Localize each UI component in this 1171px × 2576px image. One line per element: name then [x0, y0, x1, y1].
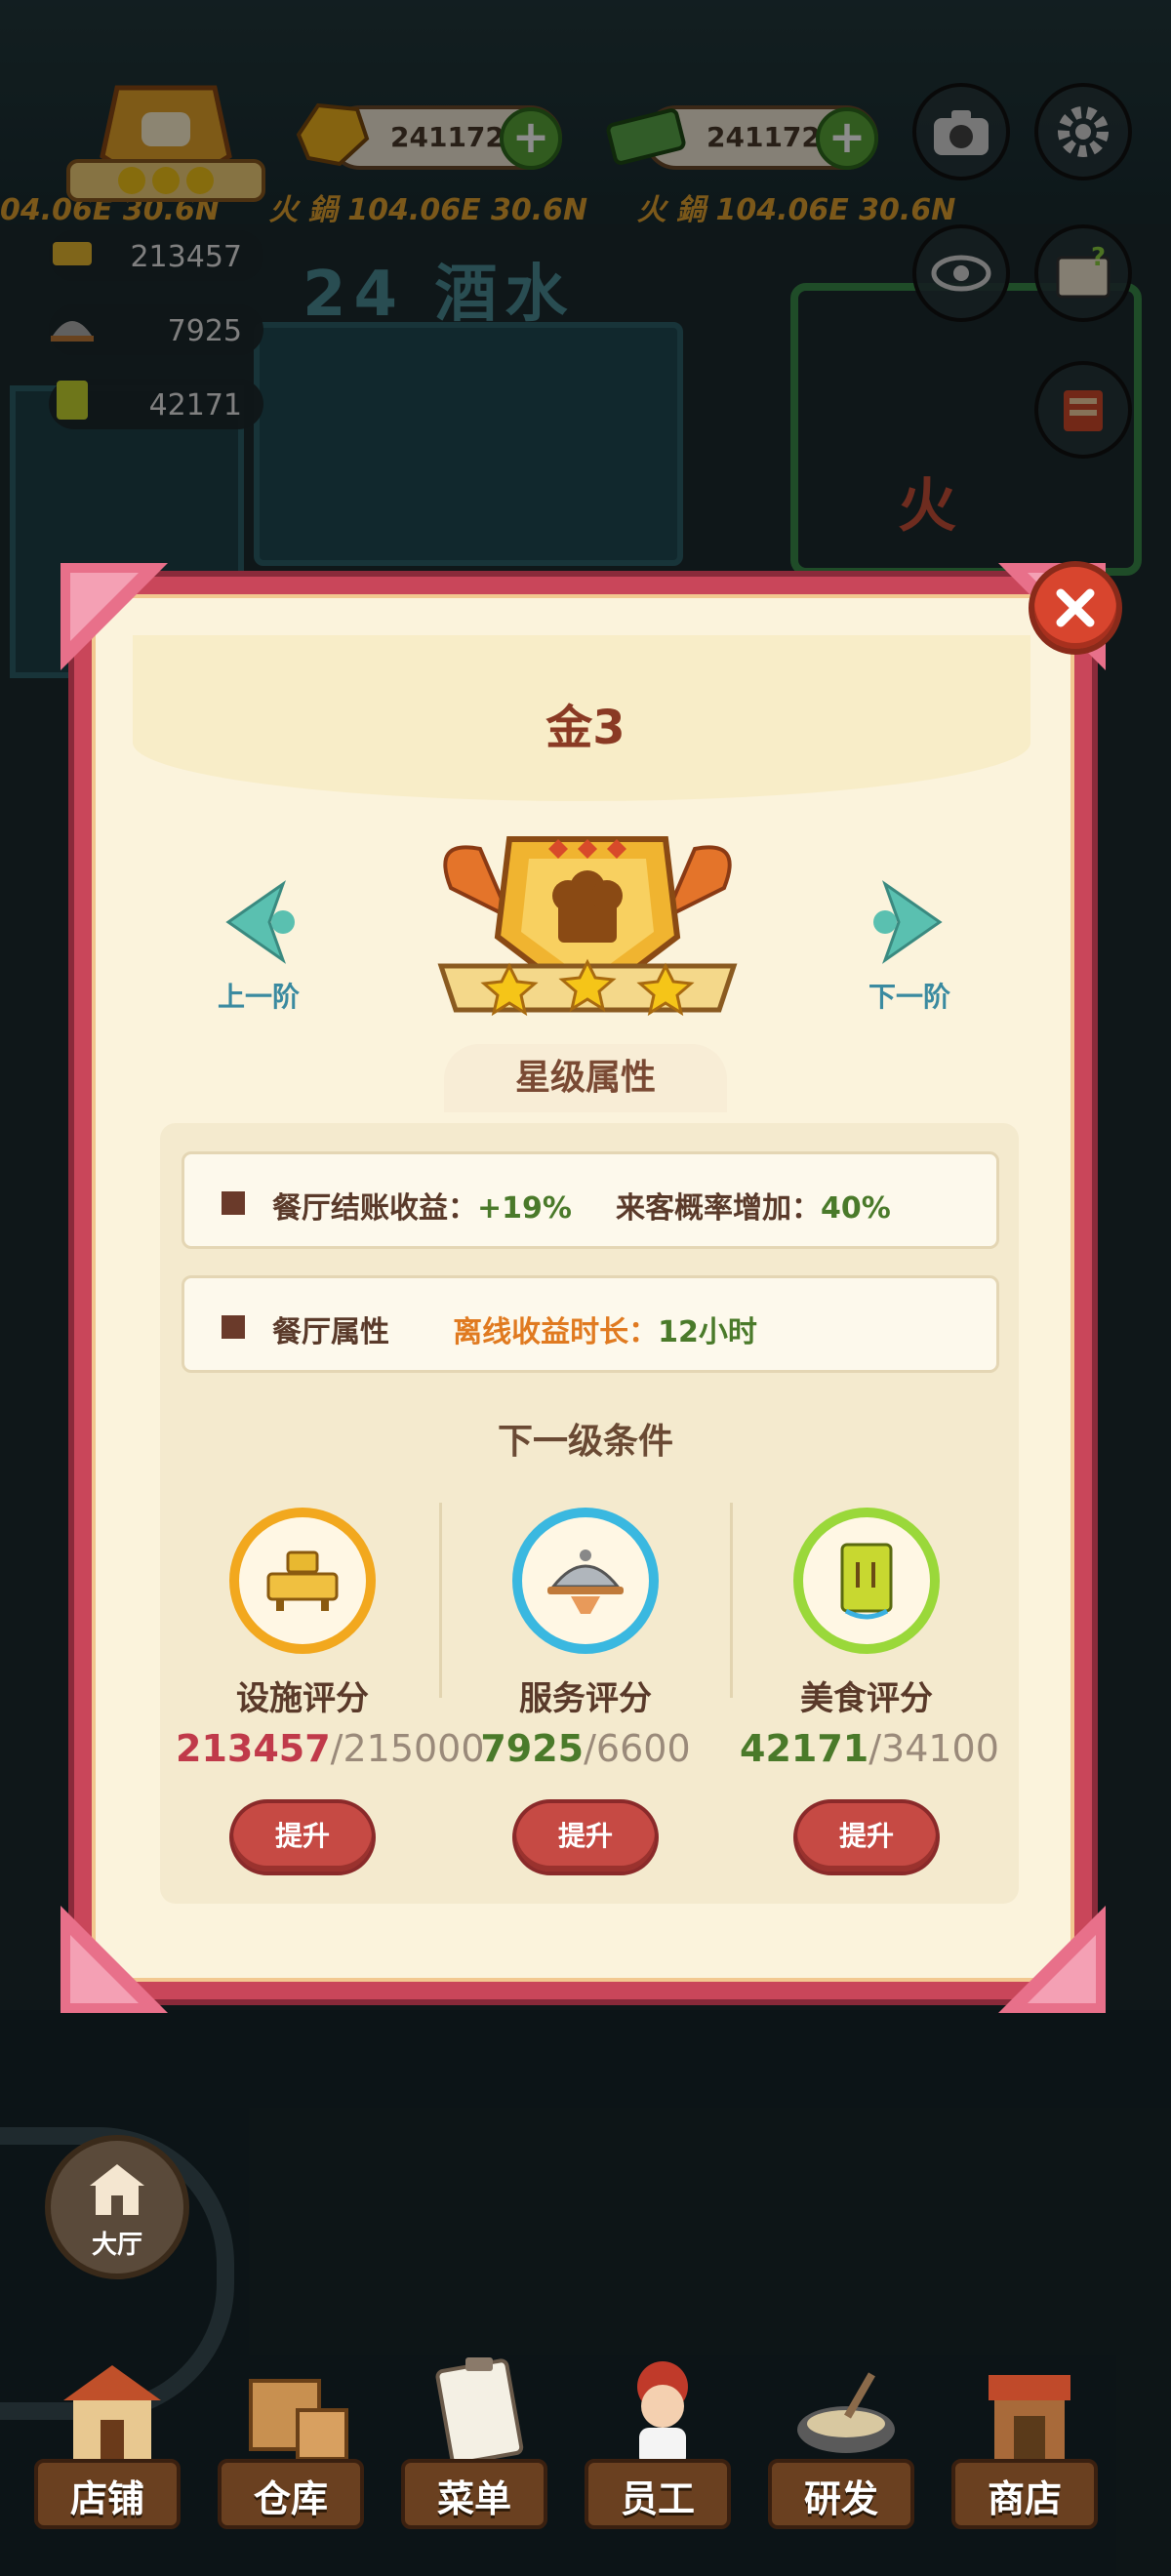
divider: [439, 1503, 442, 1698]
facility-current: 213457: [176, 1727, 331, 1770]
attribute-row-offline: 餐厅属性 离线收益时长：12小时: [182, 1275, 999, 1373]
arrow-right-icon: [873, 880, 943, 964]
tab-menu-label: 菜单: [436, 2477, 511, 2520]
tier-title: 金3: [545, 701, 626, 755]
offline-duration-label: 离线收益时长：: [453, 1315, 659, 1349]
service-current: 7925: [480, 1727, 585, 1770]
prev-tier-label: 上一阶: [217, 981, 300, 1013]
hall-button[interactable]: 大厅: [45, 2135, 189, 2279]
visitor-rate-value: 40%: [821, 1191, 891, 1226]
service-cloche-icon: [547, 1550, 624, 1614]
star-attributes-heading: 星级属性: [444, 1044, 727, 1112]
bullet-square: [222, 1315, 245, 1339]
tab-store[interactable]: 商店: [942, 2342, 1108, 2576]
corner-ribbon-icon: [61, 563, 168, 670]
checkout-income-value: +19%: [477, 1191, 572, 1226]
service-condition: 服务评分 7925/6600 提升: [459, 1508, 712, 1875]
recipe-book-icon: [840, 1543, 893, 1620]
next-level-conditions-heading: 下一级条件: [497, 1422, 673, 1462]
upgrade-service-button[interactable]: 提升: [512, 1799, 659, 1875]
restaurant-attr-label: 餐厅属性: [272, 1315, 389, 1349]
tab-shop-label: 店铺: [69, 2477, 144, 2520]
service-condition-name: 服务评分: [519, 1679, 652, 1718]
checkout-income-label: 餐厅结账收益：: [272, 1191, 477, 1226]
close-button[interactable]: [1029, 561, 1122, 655]
divider: [730, 1503, 733, 1698]
bottom-navigation: 店铺 仓库 菜单 员工 研发 商店: [0, 2342, 1171, 2576]
upgrade-facility-button[interactable]: 提升: [229, 1799, 376, 1875]
prev-tier-button[interactable]: 上一阶: [190, 878, 327, 1015]
next-tier-button[interactable]: 下一阶: [841, 878, 978, 1015]
close-icon: [1056, 588, 1095, 627]
facility-ring: [229, 1508, 376, 1654]
service-progress: 7925/6600: [480, 1727, 691, 1770]
hall-label: 大厅: [91, 2231, 142, 2260]
tab-warehouse[interactable]: 仓库: [208, 2342, 374, 2576]
hall-building-icon: [90, 2164, 144, 2215]
corner-ribbon-icon: [61, 1906, 168, 2013]
bullet-square: [222, 1191, 245, 1215]
attribute-row-income: 餐厅结账收益：+19% 来客概率增加：40%: [182, 1151, 999, 1249]
food-condition: 美食评分 42171/34100 提升: [740, 1508, 999, 1875]
tab-warehouse-label: 仓库: [253, 2477, 328, 2520]
food-ring: [793, 1508, 940, 1654]
service-required: 6600: [595, 1727, 691, 1770]
facility-icon: [266, 1550, 339, 1611]
food-condition-name: 美食评分: [800, 1679, 933, 1718]
food-required: 34100: [881, 1727, 999, 1770]
tab-shop[interactable]: 店铺: [24, 2342, 190, 2576]
upgrade-food-button[interactable]: 提升: [793, 1799, 940, 1875]
tab-research-label: 研发: [803, 2477, 878, 2520]
service-ring: [512, 1508, 659, 1654]
facility-condition: 设施评分 213457/215000 提升: [176, 1508, 485, 1875]
next-tier-label: 下一阶: [868, 981, 950, 1013]
tab-store-label: 商店: [987, 2477, 1062, 2520]
food-progress: 42171/34100: [740, 1727, 999, 1770]
tab-research[interactable]: 研发: [758, 2342, 924, 2576]
facility-progress: 213457/215000: [176, 1727, 485, 1770]
facility-condition-name: 设施评分: [236, 1679, 369, 1718]
arrow-left-icon: [225, 880, 295, 964]
food-current: 42171: [740, 1727, 869, 1770]
offline-duration-value: 12小时: [658, 1315, 757, 1349]
corner-ribbon-icon: [998, 1906, 1106, 2013]
gold-chef-badge-icon: [437, 836, 738, 1017]
tab-menu[interactable]: 菜单: [391, 2342, 557, 2576]
visitor-rate-label: 来客概率增加：: [616, 1191, 822, 1226]
tab-staff-label: 员工: [620, 2477, 695, 2520]
tab-staff[interactable]: 员工: [575, 2342, 741, 2576]
